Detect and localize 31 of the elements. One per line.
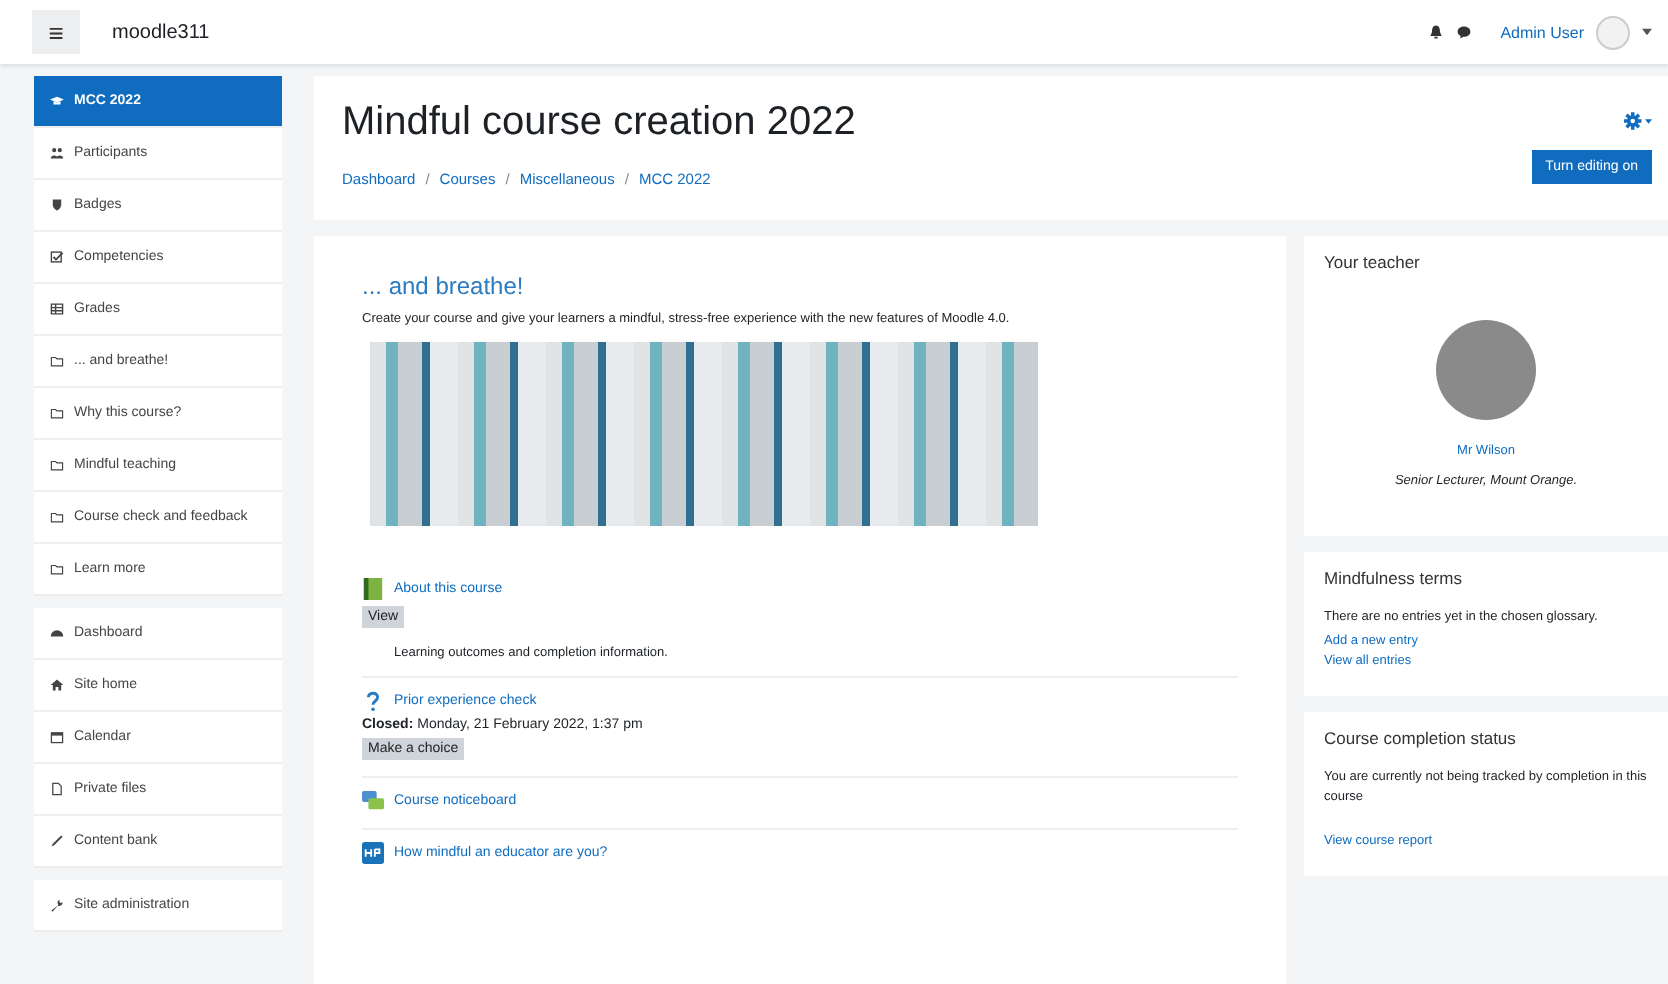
user-name[interactable]: Admin User	[1500, 23, 1584, 41]
file-icon	[50, 782, 64, 796]
wrench-icon	[50, 898, 64, 912]
menu-button[interactable]: ≡	[32, 10, 80, 54]
calendar-icon	[50, 730, 64, 744]
users-icon	[50, 146, 64, 160]
folder-icon	[50, 406, 64, 420]
caret-icon[interactable]	[1642, 28, 1652, 36]
folder-icon	[50, 510, 64, 524]
table-icon	[50, 302, 64, 316]
checkbox-icon	[50, 250, 64, 264]
settings-icon[interactable]	[1624, 112, 1652, 130]
chat-icon[interactable]	[1456, 24, 1473, 40]
bell-icon[interactable]	[1428, 24, 1445, 40]
block-title: Mindfulness terms	[1324, 568, 1462, 588]
shield-icon	[50, 198, 64, 212]
pen-icon	[50, 834, 64, 848]
speech-bubbles-icon	[362, 790, 384, 812]
block-title: Course completion status	[1324, 728, 1516, 748]
block-title: Your teacher	[1324, 252, 1420, 272]
site-name[interactable]: moodle311	[112, 21, 210, 43]
section-title: ... and breathe!	[362, 272, 526, 300]
folder-icon	[50, 354, 64, 368]
teacher-avatar	[1436, 320, 1536, 420]
graduation-cap-icon	[50, 94, 64, 108]
folder-icon	[50, 562, 64, 576]
book-icon	[362, 578, 384, 600]
question-mark-icon	[362, 690, 384, 712]
home-icon	[50, 678, 64, 692]
course-title: Mindful course creation 2022	[342, 100, 856, 146]
folder-icon	[50, 458, 64, 472]
